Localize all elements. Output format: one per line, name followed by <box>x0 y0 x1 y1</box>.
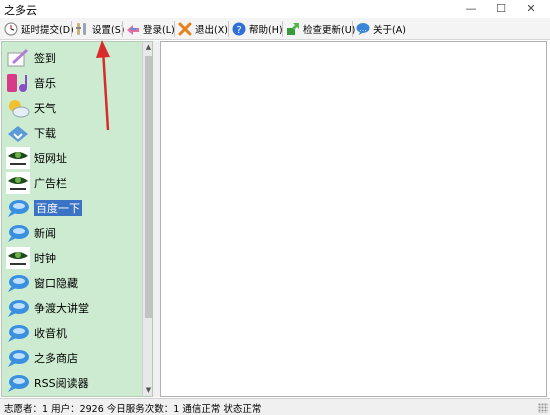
status-bar: 志愿者：1 用户：2926 今日服务次数：1 通信正常 状态正常 <box>0 398 550 415</box>
sidebar-item-ad-bar[interactable]: 广告栏 <box>2 170 142 195</box>
sidebar-item-weather[interactable]: 天气 <box>2 95 142 120</box>
cloud-chat-icon <box>6 297 30 319</box>
check-update-label: 检查更新(U) <box>303 25 356 36</box>
cloud-chat-icon <box>6 272 30 294</box>
sidebar-item-window-hide[interactable]: 窗口隐藏 <box>2 270 142 295</box>
toolbar-separator <box>174 21 175 37</box>
toolbar-separator <box>228 21 229 37</box>
exit-label: 退出(X) <box>195 25 228 36</box>
sidebar-item-label: 签到 <box>34 51 56 65</box>
minimize-button[interactable]: — <box>456 0 486 18</box>
settings-icon <box>75 22 89 36</box>
login-button[interactable]: 登录(L) <box>126 19 175 39</box>
cloud-chat-icon <box>6 222 30 244</box>
cloud-chat-icon <box>6 372 30 394</box>
eye-logo-icon <box>6 146 30 169</box>
help-button[interactable]: ? 帮助(H) <box>232 19 283 39</box>
update-icon <box>286 22 300 36</box>
scroll-down-arrow-icon[interactable]: ▼ <box>143 385 152 396</box>
sidebar-item-short-url[interactable]: 短网址 <box>2 145 142 170</box>
toolbar-separator <box>71 21 72 37</box>
about-icon: … <box>356 22 370 36</box>
sidebar-item-label: 收音机 <box>34 326 67 340</box>
sidebar-item-label: 广告栏 <box>34 176 67 190</box>
toolbar-separator <box>122 21 123 37</box>
pane-splitter[interactable] <box>153 41 160 397</box>
scroll-thumb[interactable] <box>145 56 152 318</box>
sidebar-item-label: 短网址 <box>34 151 67 165</box>
sidebar-item-rss-reader[interactable]: RSS阅读器 <box>2 370 142 395</box>
sidebar-item-label: 新闻 <box>34 226 56 240</box>
sidebar-scrollbar[interactable]: ▲ ▼ <box>142 42 152 396</box>
sidebar-item-music[interactable]: 音乐 <box>2 70 142 95</box>
delay-submit-button[interactable]: 延时提交(D) <box>4 19 74 39</box>
sidebar-item-download[interactable]: 下载 <box>2 120 142 145</box>
login-icon <box>126 22 140 36</box>
exit-icon <box>178 22 192 36</box>
check-update-button[interactable]: 检查更新(U) <box>286 19 355 39</box>
signin-icon <box>6 47 30 69</box>
maximize-button[interactable]: ☐ <box>486 0 516 18</box>
sidebar-item-label: 争渡大讲堂 <box>34 301 89 315</box>
svg-text:?: ? <box>236 25 241 36</box>
cloud-chat-icon <box>6 322 30 344</box>
sidebar-item-label: 天气 <box>34 101 56 115</box>
weather-icon <box>6 97 30 119</box>
music-icon <box>6 72 30 94</box>
delay-submit-label: 延时提交(D) <box>21 25 74 36</box>
window-title: 之多云 <box>4 4 37 17</box>
exit-button[interactable]: 退出(X) <box>178 19 228 39</box>
toolbar-separator <box>352 21 353 37</box>
sidebar-item-label: 下载 <box>34 126 56 140</box>
sidebar-item-label: 窗口隐藏 <box>34 276 78 290</box>
svg-text:…: … <box>360 25 367 33</box>
help-icon: ? <box>232 22 246 36</box>
title-bar: 之多云 — ☐ ✕ <box>0 0 550 18</box>
settings-button[interactable]: 设置(S) <box>75 19 124 39</box>
sidebar-item-label: 百度一下 <box>34 199 82 216</box>
sidebar-item-label: 之多商店 <box>34 351 78 365</box>
settings-label: 设置(S) <box>92 25 125 36</box>
about-button[interactable]: … 关于(A) <box>356 19 406 39</box>
clock-icon <box>4 22 18 36</box>
toolbar-separator <box>282 21 283 37</box>
sidebar: 签到 音乐 天气 下载 短网址 广告栏 百度一下 新闻 时钟 窗口隐藏 争渡大讲… <box>1 41 153 397</box>
eye-logo-icon <box>6 246 30 269</box>
toolbar: 延时提交(D) 设置(S) 登录(L) 退出(X) ? 帮助(H) 检查更新(U… <box>0 18 550 40</box>
cloud-chat-icon <box>6 347 30 369</box>
sidebar-item-signin[interactable]: 签到 <box>2 45 142 70</box>
cloud-chat-icon <box>6 197 30 219</box>
feature-list[interactable]: 签到 音乐 天气 下载 短网址 广告栏 百度一下 新闻 时钟 窗口隐藏 争渡大讲… <box>2 42 142 396</box>
content-pane[interactable] <box>160 41 547 397</box>
resize-grip-icon[interactable] <box>538 403 548 413</box>
sidebar-item-label: 音乐 <box>34 76 56 90</box>
about-label: 关于(A) <box>373 25 406 36</box>
eye-logo-icon <box>6 171 30 194</box>
login-label: 登录(L) <box>143 25 175 36</box>
download-icon <box>6 122 30 144</box>
sidebar-item-label: 时钟 <box>34 251 56 265</box>
sidebar-item-label: RSS阅读器 <box>34 376 89 390</box>
sidebar-item-baidu[interactable]: 百度一下 <box>2 195 142 220</box>
help-label: 帮助(H) <box>249 25 283 36</box>
close-button[interactable]: ✕ <box>516 0 546 18</box>
sidebar-item-store[interactable]: 之多商店 <box>2 345 142 370</box>
sidebar-item-lecture-hall[interactable]: 争渡大讲堂 <box>2 295 142 320</box>
scroll-up-arrow-icon[interactable]: ▲ <box>143 42 152 53</box>
sidebar-item-radio[interactable]: 收音机 <box>2 320 142 345</box>
sidebar-item-clock[interactable]: 时钟 <box>2 245 142 270</box>
sidebar-item-news[interactable]: 新闻 <box>2 220 142 245</box>
status-text: 志愿者：1 用户：2926 今日服务次数：1 通信正常 状态正常 <box>4 404 262 415</box>
